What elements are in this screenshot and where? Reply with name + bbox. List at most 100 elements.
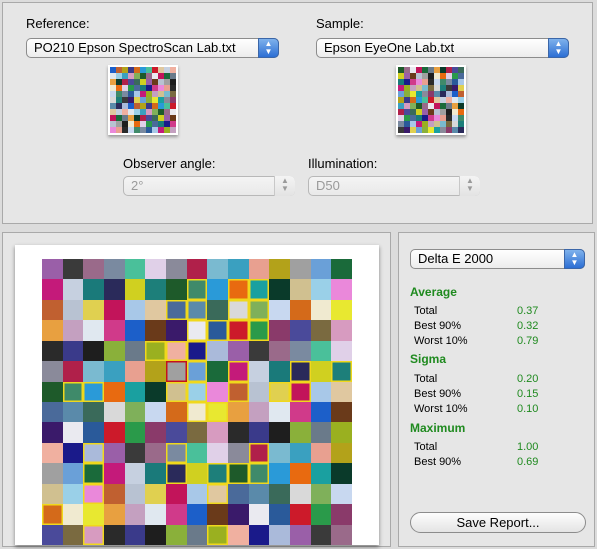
stat-label: Worst 10% <box>414 403 468 415</box>
up-down-arrows-icon: ▲ ▼ <box>459 176 480 196</box>
color-patch <box>145 361 166 382</box>
color-patch <box>165 442 187 464</box>
color-patch <box>227 381 249 402</box>
color-patch <box>186 524 208 545</box>
color-patch <box>62 299 84 321</box>
color-patch <box>165 299 187 321</box>
color-patch <box>248 483 270 505</box>
stat-label: Total <box>414 373 438 385</box>
up-down-arrows-icon: ▲ ▼ <box>564 249 585 269</box>
color-patch <box>248 320 270 341</box>
stat-value: 0.20 <box>517 373 539 385</box>
color-patch <box>227 259 249 280</box>
color-patch <box>310 422 332 443</box>
stat-label: Best 90% <box>414 388 462 400</box>
stat-value: 0.10 <box>517 403 539 415</box>
color-patch <box>331 299 352 321</box>
patch-comparison-panel <box>2 232 391 547</box>
color-patch <box>207 299 228 321</box>
stat-row: Best 90% 0.15 <box>414 388 544 400</box>
stat-value: 0.32 <box>517 320 539 332</box>
stat-label: Worst 10% <box>414 335 468 347</box>
color-patch <box>207 524 228 545</box>
color-patch <box>124 320 146 341</box>
color-patch <box>42 463 63 484</box>
color-patch <box>103 279 125 300</box>
reference-thumbnail <box>108 65 178 135</box>
reference-popup[interactable]: PO210 Epson SpectroScan Lab.txt ▲ ▼ <box>26 38 279 58</box>
color-patch <box>145 279 166 300</box>
color-patch <box>165 402 187 423</box>
color-patch <box>83 299 104 321</box>
color-patch <box>207 361 228 382</box>
color-patch <box>186 340 208 362</box>
color-patch <box>310 402 332 423</box>
stat-row: Best 90% 0.32 <box>414 320 544 332</box>
stat-row: Total 0.37 <box>414 305 544 317</box>
illumination-popup[interactable]: D50 ▲ ▼ <box>308 176 480 196</box>
color-patch <box>207 340 228 362</box>
color-patch <box>62 483 84 505</box>
color-patch <box>83 259 104 280</box>
color-patch <box>289 402 311 423</box>
color-patch <box>289 463 311 484</box>
illumination-value: D50 <box>316 178 340 193</box>
color-patch <box>165 279 187 300</box>
observer-popup[interactable]: 2° ▲ ▼ <box>123 176 295 196</box>
thumbnail-patch <box>458 127 464 133</box>
color-patch <box>124 422 146 443</box>
observer-label: Observer angle: <box>123 156 216 171</box>
color-patch <box>269 483 290 505</box>
color-patch <box>186 504 208 525</box>
color-patch <box>186 279 208 300</box>
color-patch <box>227 299 249 321</box>
color-patch <box>310 442 332 464</box>
color-patch <box>103 463 125 484</box>
color-patch <box>62 361 84 382</box>
color-patch <box>269 381 290 402</box>
color-patch <box>145 320 166 341</box>
metric-value: Delta E 2000 <box>418 251 494 266</box>
color-patch <box>83 463 104 484</box>
color-patch <box>207 402 228 423</box>
color-patch <box>227 361 249 382</box>
color-patch <box>269 259 290 280</box>
color-patch <box>310 483 332 505</box>
color-patch <box>145 402 166 423</box>
color-patch <box>331 361 352 382</box>
color-patch <box>145 422 166 443</box>
color-patch <box>207 320 228 341</box>
color-patch <box>83 483 104 505</box>
color-patch <box>62 340 84 362</box>
color-patch <box>227 402 249 423</box>
sample-popup[interactable]: Epson EyeOne Lab.txt ▲ ▼ <box>316 38 569 58</box>
color-patch <box>145 259 166 280</box>
save-report-button[interactable]: Save Report... <box>410 512 586 533</box>
color-patch <box>227 483 249 505</box>
color-patch <box>103 299 125 321</box>
color-patch <box>124 463 146 484</box>
color-patch <box>103 320 125 341</box>
color-patch <box>248 524 270 545</box>
stat-value: 1.00 <box>517 441 539 453</box>
color-patch <box>331 504 352 525</box>
color-patch <box>289 259 311 280</box>
color-patch <box>289 442 311 464</box>
stat-label: Best 90% <box>414 456 462 468</box>
color-patch <box>165 504 187 525</box>
color-patch <box>269 442 290 464</box>
metric-popup[interactable]: Delta E 2000 ▲ ▼ <box>410 249 585 269</box>
color-patch <box>62 259 84 280</box>
color-patch <box>83 442 104 464</box>
stat-row: Total 1.00 <box>414 441 544 453</box>
color-patch <box>145 381 166 402</box>
color-patch <box>145 524 166 545</box>
stat-value: 0.37 <box>517 305 539 317</box>
stat-row: Total 0.20 <box>414 373 544 385</box>
stat-value: 0.69 <box>517 456 539 468</box>
color-patch <box>289 320 311 341</box>
color-patch <box>331 259 352 280</box>
color-patch <box>310 504 332 525</box>
patch-chart <box>15 245 379 545</box>
color-patch <box>103 524 125 545</box>
